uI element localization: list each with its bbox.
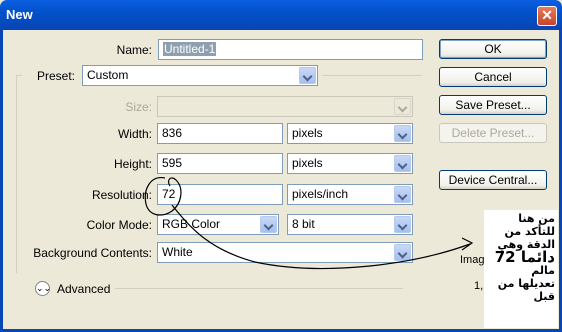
preset-select[interactable]: Custom [82, 65, 318, 86]
bitdepth-select[interactable]: 8 bit [287, 214, 413, 235]
preset-value: Custom [87, 68, 129, 82]
colormode-label: Color Mode: [86, 218, 152, 232]
height-input[interactable]: 595 [157, 153, 283, 174]
title-bar: New ✕ [0, 0, 562, 30]
preset-group-border-left [16, 75, 17, 273]
name-value: Untitled-1 [163, 42, 217, 56]
bitdepth-value: 8 bit [292, 217, 315, 231]
annotation-line: قبل [533, 290, 555, 303]
resolution-unit-select[interactable]: pixels/inch [287, 184, 413, 205]
advanced-label: Advanced [57, 282, 111, 296]
background-select[interactable]: White [157, 242, 413, 263]
name-label: Name: [116, 43, 152, 57]
annotation-line: من هنا [518, 212, 555, 225]
size-label: Size: [125, 100, 152, 114]
chevron-down-icon [260, 216, 277, 233]
close-icon: ✕ [541, 7, 553, 23]
device-central-button[interactable]: Device Central... [439, 170, 547, 190]
preset-label: Preset: [36, 69, 75, 83]
chevron-down-icon [299, 67, 316, 84]
delete-preset-button[interactable]: Delete Preset... [439, 123, 547, 143]
resolution-unit-value: pixels/inch [292, 187, 349, 201]
window-title: New [6, 7, 33, 22]
resolution-input[interactable]: 72 [157, 184, 283, 205]
background-label: Background Contents: [33, 246, 152, 260]
height-unit-value: pixels [292, 156, 323, 170]
size-select[interactable] [157, 96, 413, 117]
preset-group-border-top-right [322, 75, 422, 76]
advanced-separator [115, 288, 403, 289]
annotation-line: تعديلها من [497, 277, 555, 290]
chevron-down-icon [394, 125, 411, 142]
save-preset-button[interactable]: Save Preset... [439, 95, 547, 115]
cancel-button[interactable]: Cancel [439, 67, 547, 87]
colormode-value: RGB Color [162, 217, 221, 231]
image-size-value: 1, [474, 280, 484, 292]
name-field[interactable]: Untitled-1 [158, 39, 423, 60]
close-button[interactable]: ✕ [537, 6, 557, 26]
resolution-label: Resolution: [91, 188, 152, 202]
width-unit-value: pixels [292, 126, 323, 140]
annotation-line: للتأكد من [504, 225, 555, 238]
annotation-line: دائما 72 [494, 248, 555, 266]
width-value: 836 [162, 126, 183, 140]
chevron-down-icon [394, 98, 411, 115]
background-value: White [162, 245, 193, 259]
double-chevron-down-icon: ⌄⌄ [36, 283, 52, 293]
ok-button[interactable]: OK [439, 39, 547, 59]
height-unit-select[interactable]: pixels [287, 153, 413, 174]
resolution-value: 72 [162, 187, 176, 201]
height-value: 595 [162, 156, 183, 170]
advanced-toggle[interactable]: ⌄⌄ [35, 281, 52, 296]
chevron-down-icon [394, 186, 411, 203]
chevron-down-icon [394, 216, 411, 233]
width-unit-select[interactable]: pixels [287, 123, 413, 144]
chevron-down-icon [394, 155, 411, 172]
width-input[interactable]: 836 [157, 123, 283, 144]
colormode-select[interactable]: RGB Color [157, 214, 279, 235]
chevron-down-icon [394, 244, 411, 261]
annotation-note: من هنا للتأكد من الدقة وهي دائما 72 مالم… [484, 210, 558, 328]
height-label: Height: [113, 157, 152, 171]
width-label: Width: [117, 127, 152, 141]
